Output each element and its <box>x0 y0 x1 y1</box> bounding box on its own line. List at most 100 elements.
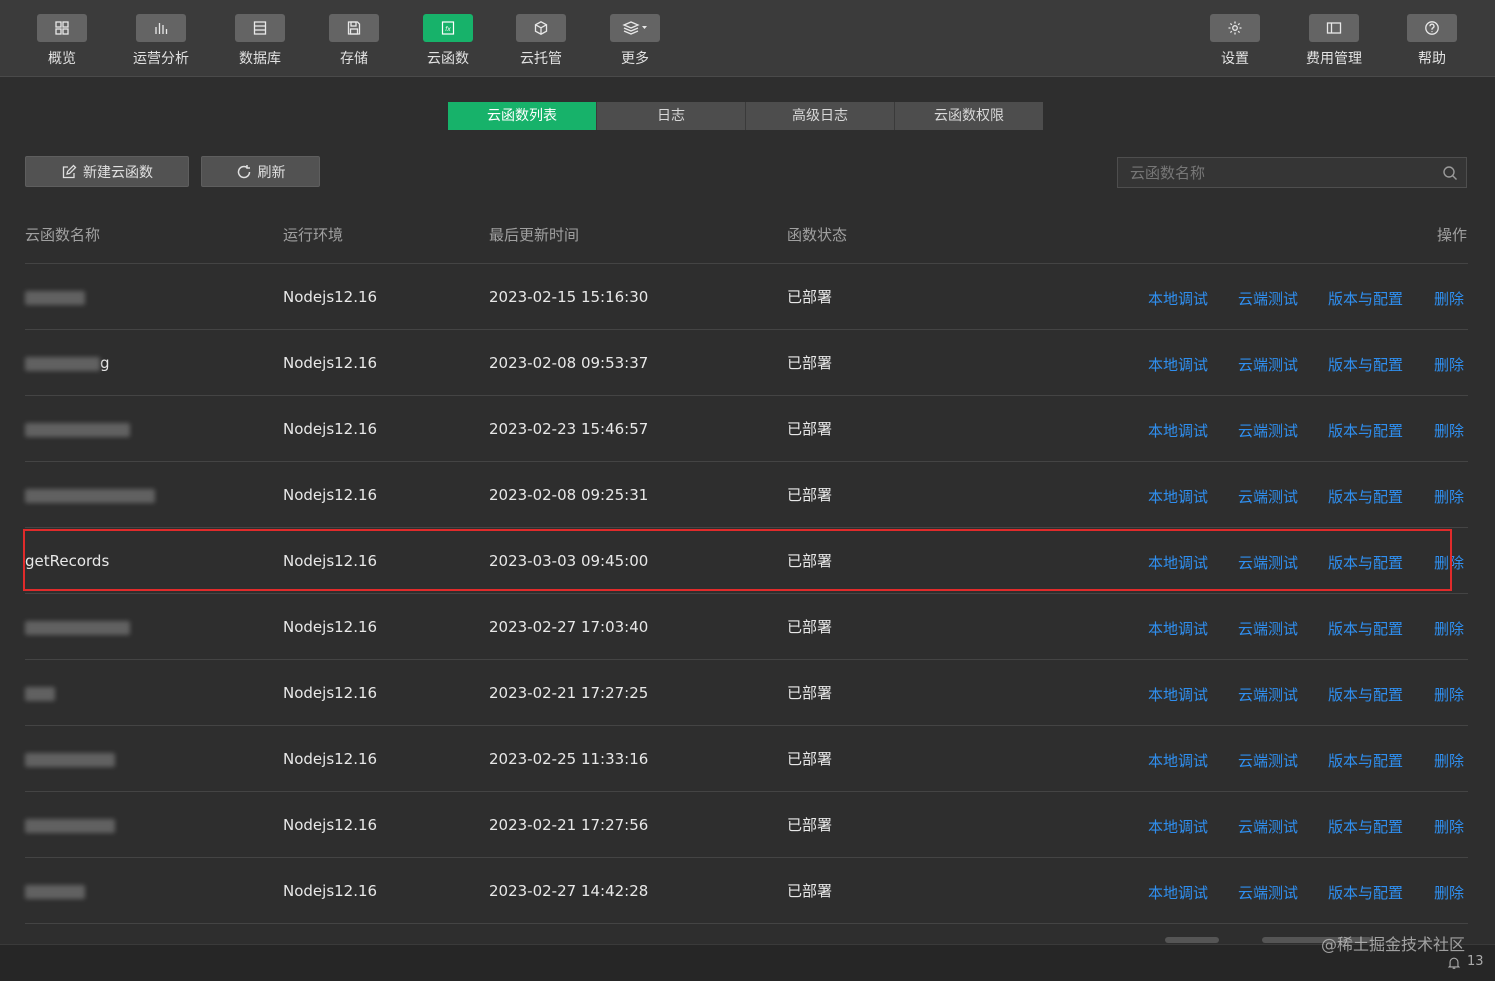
runtime-cell: Nodejs12.16 <box>283 618 378 636</box>
cloud-test-link[interactable]: 云端测试 <box>1238 660 1298 726</box>
toolbar-analytics-button[interactable]: 运营分析 <box>116 14 206 68</box>
table-row: Nodejs12.16 2023-02-27 14:42:28 已部署 本地调试 云端测… <box>0 858 1495 924</box>
function-name-text: getRecords <box>25 552 110 570</box>
local-debug-link[interactable]: 本地调试 <box>1148 462 1208 528</box>
updated-cell: 2023-02-21 17:27:25 <box>489 684 649 702</box>
tab-advanced-logs[interactable]: 高级日志 <box>746 102 895 130</box>
delete-link[interactable]: 删除 <box>1434 792 1464 858</box>
runtime-cell: Nodejs12.16 <box>283 882 378 900</box>
delete-link[interactable]: 删除 <box>1434 330 1464 396</box>
status-bar: @稀土掘金技术社区 13 <box>0 935 1495 981</box>
status-cell: 已部署 <box>787 486 833 504</box>
toolbar-label: 运营分析 <box>133 51 189 67</box>
tab-function-list[interactable]: 云函数列表 <box>448 102 597 130</box>
divider <box>25 923 1468 924</box>
tab-function-permissions[interactable]: 云函数权限 <box>895 102 1043 130</box>
search-icon[interactable] <box>1442 165 1458 181</box>
table-row: Nodejs12.16 2023-02-21 17:27:25 已部署 本地调试 云端测… <box>0 660 1495 726</box>
new-function-button[interactable]: 新建云函数 <box>25 156 189 187</box>
refresh-button[interactable]: 刷新 <box>201 156 320 187</box>
version-config-link[interactable]: 版本与配置 <box>1328 726 1403 792</box>
cloud-test-link[interactable]: 云端测试 <box>1238 396 1298 462</box>
cloud-test-link[interactable]: 云端测试 <box>1238 330 1298 396</box>
status-cell: 已部署 <box>787 684 833 702</box>
updated-cell: 2023-02-27 14:42:28 <box>489 882 649 900</box>
table-row: Nodejs12.16 2023-02-21 17:27:56 已部署 本地调试 云端测… <box>0 792 1495 858</box>
delete-link[interactable]: 删除 <box>1434 660 1464 726</box>
version-config-link[interactable]: 版本与配置 <box>1328 330 1403 396</box>
version-config-link[interactable]: 版本与配置 <box>1328 792 1403 858</box>
cloud-test-link[interactable]: 云端测试 <box>1238 264 1298 330</box>
status-cell: 已部署 <box>787 618 833 636</box>
toolbar-more-button[interactable]: 更多 <box>590 14 680 68</box>
cloud-test-link[interactable]: 云端测试 <box>1238 528 1298 594</box>
cloud-test-link[interactable]: 云端测试 <box>1238 726 1298 792</box>
runtime-cell: Nodejs12.16 <box>283 684 378 702</box>
new-function-label: 新建云函数 <box>83 164 153 181</box>
grid-icon <box>55 21 69 35</box>
toolbar-database-button[interactable]: 数据库 <box>215 14 305 68</box>
toolbar-settings-button[interactable]: 设置 <box>1190 14 1280 68</box>
toolbar-help-button[interactable]: 帮助 <box>1387 14 1477 68</box>
toolbar-label: 设置 <box>1221 51 1249 67</box>
toolbar-label: 存储 <box>340 51 368 67</box>
header-operations: 操作 <box>1436 226 1467 244</box>
bell-icon[interactable] <box>1447 956 1461 970</box>
search-box <box>1117 157 1467 188</box>
header-name: 云函数名称 <box>25 226 101 244</box>
redacted-name <box>25 686 55 701</box>
runtime-cell: Nodejs12.16 <box>283 486 378 504</box>
local-debug-link[interactable]: 本地调试 <box>1148 792 1208 858</box>
svg-text:fx: fx <box>445 26 451 33</box>
function-name <box>25 594 130 660</box>
header-updated: 最后更新时间 <box>489 226 580 244</box>
gear-icon <box>1228 21 1242 35</box>
local-debug-link[interactable]: 本地调试 <box>1148 594 1208 660</box>
cloud-test-link[interactable]: 云端测试 <box>1238 594 1298 660</box>
delete-link[interactable]: 删除 <box>1434 528 1464 594</box>
redacted-name <box>25 488 155 503</box>
cloud-test-link[interactable]: 云端测试 <box>1238 858 1298 924</box>
version-config-link[interactable]: 版本与配置 <box>1328 858 1403 924</box>
updated-cell: 2023-03-03 09:45:00 <box>489 552 649 570</box>
toolbar-overview-button[interactable]: 概览 <box>17 14 107 68</box>
redacted-name <box>25 620 130 635</box>
status-cell: 已部署 <box>787 420 833 438</box>
search-input[interactable] <box>1118 158 1442 187</box>
toolbar-cloud-function-button[interactable]: fx 云函数 <box>403 14 493 68</box>
local-debug-link[interactable]: 本地调试 <box>1148 726 1208 792</box>
local-debug-link[interactable]: 本地调试 <box>1148 330 1208 396</box>
toolbar-cloud-hosting-button[interactable]: 云托管 <box>496 14 586 68</box>
cloud-test-link[interactable]: 云端测试 <box>1238 462 1298 528</box>
updated-cell: 2023-02-25 11:33:16 <box>489 750 649 768</box>
status-cell: 已部署 <box>787 882 833 900</box>
local-debug-link[interactable]: 本地调试 <box>1148 660 1208 726</box>
version-config-link[interactable]: 版本与配置 <box>1328 264 1403 330</box>
version-config-link[interactable]: 版本与配置 <box>1328 528 1403 594</box>
toolbar-billing-button[interactable]: 费用管理 <box>1289 14 1379 68</box>
version-config-link[interactable]: 版本与配置 <box>1328 660 1403 726</box>
function-name: getRecords <box>25 528 109 594</box>
tab-logs[interactable]: 日志 <box>597 102 746 130</box>
scrollbar-thumb[interactable] <box>1165 937 1219 943</box>
updated-cell: 2023-02-15 15:16:30 <box>489 288 649 306</box>
delete-link[interactable]: 删除 <box>1434 594 1464 660</box>
cloud-test-link[interactable]: 云端测试 <box>1238 792 1298 858</box>
local-debug-link[interactable]: 本地调试 <box>1148 858 1208 924</box>
version-config-link[interactable]: 版本与配置 <box>1328 462 1403 528</box>
toolbar-storage-button[interactable]: 存储 <box>309 14 399 68</box>
local-debug-link[interactable]: 本地调试 <box>1148 264 1208 330</box>
header-runtime: 运行环境 <box>283 226 344 244</box>
table-row: g Nodejs12.16 2023-02-08 09:53:37 已部署 本地调试 云端… <box>0 330 1495 396</box>
delete-link[interactable]: 删除 <box>1434 396 1464 462</box>
status-cell: 已部署 <box>787 288 833 306</box>
delete-link[interactable]: 删除 <box>1434 858 1464 924</box>
delete-link[interactable]: 删除 <box>1434 462 1464 528</box>
delete-link[interactable]: 删除 <box>1434 264 1464 330</box>
updated-cell: 2023-02-27 17:03:40 <box>489 618 649 636</box>
delete-link[interactable]: 删除 <box>1434 726 1464 792</box>
local-debug-link[interactable]: 本地调试 <box>1148 528 1208 594</box>
version-config-link[interactable]: 版本与配置 <box>1328 396 1403 462</box>
version-config-link[interactable]: 版本与配置 <box>1328 594 1403 660</box>
local-debug-link[interactable]: 本地调试 <box>1148 396 1208 462</box>
